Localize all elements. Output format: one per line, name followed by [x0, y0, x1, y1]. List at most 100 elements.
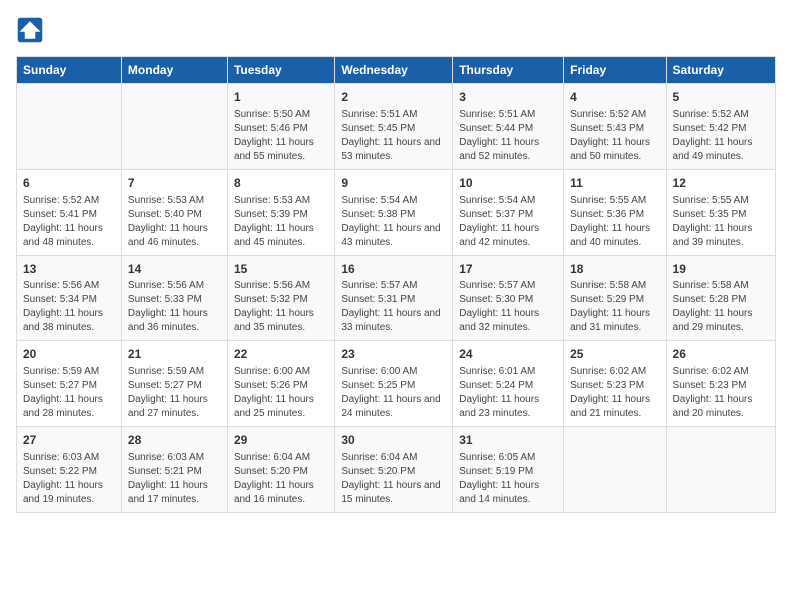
calendar-week-row: 20Sunrise: 5:59 AM Sunset: 5:27 PM Dayli…: [17, 341, 776, 427]
day-number: 15: [234, 261, 328, 278]
calendar-cell: 17Sunrise: 5:57 AM Sunset: 5:30 PM Dayli…: [453, 255, 564, 341]
day-info: Sunrise: 5:53 AM Sunset: 5:39 PM Dayligh…: [234, 194, 328, 250]
day-number: 21: [128, 346, 221, 363]
calendar-cell: 27 Sunrise: 6:03 AM Sunset: 5:22 PM Dayli…: [17, 427, 122, 513]
day-info: Sunrise: 6:00 AM Sunset: 5:26 PM Dayligh…: [234, 365, 328, 421]
day-number: 10: [459, 175, 557, 192]
calendar-cell: 12Sunrise: 5:55 AM Sunset: 5:35 PM Dayli…: [666, 169, 775, 255]
column-header-saturday: Saturday: [666, 57, 775, 84]
day-number: 27: [23, 432, 115, 449]
day-info: Sunrise: 5:52 AM Sunset: 5:43 PM Dayligh…: [570, 108, 659, 164]
calendar-cell: 24 Sunrise: 6:01 AM Sunset: 5:24 PM Dayli…: [453, 341, 564, 427]
calendar-cell: 22Sunrise: 6:00 AM Sunset: 5:26 PM Dayli…: [227, 341, 334, 427]
day-number: 19: [673, 261, 769, 278]
day-info: Sunrise: 5:59 AM Sunset: 5:27 PM Dayligh…: [23, 365, 115, 421]
column-header-thursday: Thursday: [453, 57, 564, 84]
day-number: 25: [570, 346, 659, 363]
day-info: Sunrise: 5:58 AM Sunset: 5:28 PM Dayligh…: [673, 279, 769, 335]
day-number: 30: [341, 432, 446, 449]
column-header-tuesday: Tuesday: [227, 57, 334, 84]
day-info: Sunrise: 5:54 AM Sunset: 5:37 PM Dayligh…: [459, 194, 557, 250]
calendar-cell: 9 Sunrise: 5:54 AM Sunset: 5:38 PM Daylig…: [335, 169, 453, 255]
column-header-monday: Monday: [121, 57, 227, 84]
calendar-cell: 4 Sunrise: 5:52 AM Sunset: 5:43 PM Daylig…: [564, 84, 666, 170]
calendar-cell: 8 Sunrise: 5:53 AM Sunset: 5:39 PM Daylig…: [227, 169, 334, 255]
day-number: 13: [23, 261, 115, 278]
logo: [16, 16, 48, 44]
day-info: Sunrise: 5:50 AM Sunset: 5:46 PM Dayligh…: [234, 108, 328, 164]
calendar-table: SundayMondayTuesdayWednesdayThursdayFrid…: [16, 56, 776, 513]
day-info: Sunrise: 6:04 AM Sunset: 5:20 PM Dayligh…: [234, 451, 328, 507]
calendar-cell: 16Sunrise: 5:57 AM Sunset: 5:31 PM Dayli…: [335, 255, 453, 341]
day-info: Sunrise: 5:59 AM Sunset: 5:27 PM Dayligh…: [128, 365, 221, 421]
calendar-cell: [564, 427, 666, 513]
calendar-cell: 19Sunrise: 5:58 AM Sunset: 5:28 PM Dayli…: [666, 255, 775, 341]
day-number: 26: [673, 346, 769, 363]
day-number: 4: [570, 89, 659, 106]
calendar-cell: 13Sunrise: 5:56 AM Sunset: 5:34 PM Dayli…: [17, 255, 122, 341]
calendar-cell: 14Sunrise: 5:56 AM Sunset: 5:33 PM Dayli…: [121, 255, 227, 341]
day-info: Sunrise: 5:54 AM Sunset: 5:38 PM Dayligh…: [341, 194, 446, 250]
day-number: 28: [128, 432, 221, 449]
day-number: 3: [459, 89, 557, 106]
day-number: 11: [570, 175, 659, 192]
calendar-cell: 2Sunrise: 5:51 AM Sunset: 5:45 PM Daylig…: [335, 84, 453, 170]
day-number: 5: [673, 89, 769, 106]
calendar-cell: [666, 427, 775, 513]
day-info: Sunrise: 5:57 AM Sunset: 5:30 PM Dayligh…: [459, 279, 557, 335]
calendar-cell: 29Sunrise: 6:04 AM Sunset: 5:20 PM Dayli…: [227, 427, 334, 513]
day-number: 6: [23, 175, 115, 192]
day-number: 1: [234, 89, 328, 106]
calendar-cell: 21 Sunrise: 5:59 AM Sunset: 5:27 PM Dayli…: [121, 341, 227, 427]
day-number: 8: [234, 175, 328, 192]
calendar-cell: 26 Sunrise: 6:02 AM Sunset: 5:23 PM Dayli…: [666, 341, 775, 427]
day-number: 31: [459, 432, 557, 449]
calendar-cell: 5 Sunrise: 5:52 AM Sunset: 5:42 PM Daylig…: [666, 84, 775, 170]
day-info: Sunrise: 6:02 AM Sunset: 5:23 PM Dayligh…: [673, 365, 769, 421]
calendar-week-row: 27 Sunrise: 6:03 AM Sunset: 5:22 PM Dayli…: [17, 427, 776, 513]
column-header-sunday: Sunday: [17, 57, 122, 84]
day-info: Sunrise: 6:03 AM Sunset: 5:22 PM Dayligh…: [23, 451, 115, 507]
calendar-cell: 11 Sunrise: 5:55 AM Sunset: 5:36 PM Dayli…: [564, 169, 666, 255]
calendar-cell: 10 Sunrise: 5:54 AM Sunset: 5:37 PM Dayli…: [453, 169, 564, 255]
calendar-cell: 3 Sunrise: 5:51 AM Sunset: 5:44 PM Daylig…: [453, 84, 564, 170]
calendar-cell: 15Sunrise: 5:56 AM Sunset: 5:32 PM Dayli…: [227, 255, 334, 341]
day-number: 14: [128, 261, 221, 278]
calendar-cell: 1 Sunrise: 5:50 AM Sunset: 5:46 PM Daylig…: [227, 84, 334, 170]
day-info: Sunrise: 6:04 AM Sunset: 5:20 PM Dayligh…: [341, 451, 446, 507]
day-info: Sunrise: 5:51 AM Sunset: 5:45 PM Dayligh…: [341, 108, 446, 164]
day-info: Sunrise: 5:56 AM Sunset: 5:33 PM Dayligh…: [128, 279, 221, 335]
calendar-cell: 20Sunrise: 5:59 AM Sunset: 5:27 PM Dayli…: [17, 341, 122, 427]
calendar-cell: 30 Sunrise: 6:04 AM Sunset: 5:20 PM Dayli…: [335, 427, 453, 513]
day-number: 17: [459, 261, 557, 278]
calendar-cell: 7Sunrise: 5:53 AM Sunset: 5:40 PM Daylig…: [121, 169, 227, 255]
calendar-cell: [121, 84, 227, 170]
calendar-cell: 31 Sunrise: 6:05 AM Sunset: 5:19 PM Dayli…: [453, 427, 564, 513]
logo-icon: [16, 16, 44, 44]
day-number: 18: [570, 261, 659, 278]
column-header-friday: Friday: [564, 57, 666, 84]
day-number: 9: [341, 175, 446, 192]
day-info: Sunrise: 5:58 AM Sunset: 5:29 PM Dayligh…: [570, 279, 659, 335]
day-info: Sunrise: 6:05 AM Sunset: 5:19 PM Dayligh…: [459, 451, 557, 507]
calendar-header-row: SundayMondayTuesdayWednesdayThursdayFrid…: [17, 57, 776, 84]
day-info: Sunrise: 5:57 AM Sunset: 5:31 PM Dayligh…: [341, 279, 446, 335]
day-info: Sunrise: 5:52 AM Sunset: 5:42 PM Dayligh…: [673, 108, 769, 164]
day-info: Sunrise: 5:51 AM Sunset: 5:44 PM Dayligh…: [459, 108, 557, 164]
calendar-week-row: 6Sunrise: 5:52 AM Sunset: 5:41 PM Daylig…: [17, 169, 776, 255]
calendar-week-row: 1 Sunrise: 5:50 AM Sunset: 5:46 PM Daylig…: [17, 84, 776, 170]
calendar-cell: 6Sunrise: 5:52 AM Sunset: 5:41 PM Daylig…: [17, 169, 122, 255]
day-number: 16: [341, 261, 446, 278]
column-header-wednesday: Wednesday: [335, 57, 453, 84]
calendar-cell: [17, 84, 122, 170]
day-info: Sunrise: 5:56 AM Sunset: 5:32 PM Dayligh…: [234, 279, 328, 335]
day-info: Sunrise: 6:03 AM Sunset: 5:21 PM Dayligh…: [128, 451, 221, 507]
day-info: Sunrise: 6:01 AM Sunset: 5:24 PM Dayligh…: [459, 365, 557, 421]
day-info: Sunrise: 5:55 AM Sunset: 5:36 PM Dayligh…: [570, 194, 659, 250]
calendar-week-row: 13Sunrise: 5:56 AM Sunset: 5:34 PM Dayli…: [17, 255, 776, 341]
day-info: Sunrise: 5:53 AM Sunset: 5:40 PM Dayligh…: [128, 194, 221, 250]
page-header: [16, 16, 776, 44]
day-number: 24: [459, 346, 557, 363]
calendar-cell: 28 Sunrise: 6:03 AM Sunset: 5:21 PM Dayli…: [121, 427, 227, 513]
day-info: Sunrise: 5:56 AM Sunset: 5:34 PM Dayligh…: [23, 279, 115, 335]
